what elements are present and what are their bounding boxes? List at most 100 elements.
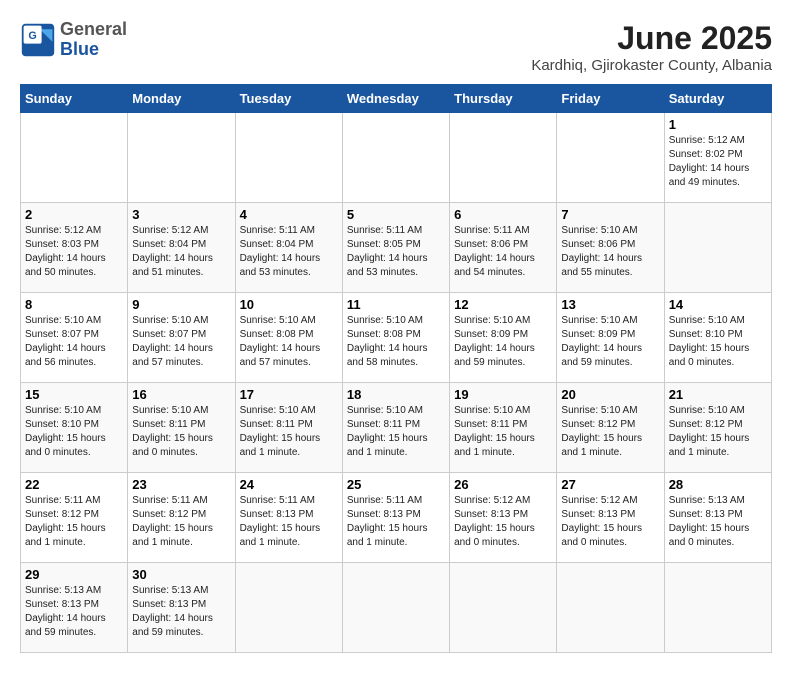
day-info: Sunrise: 5:10 AMSunset: 8:12 PMDaylight:…	[561, 405, 642, 458]
logo-text: General Blue	[60, 20, 127, 60]
logo-icon: G	[20, 22, 56, 58]
empty-cell	[664, 563, 771, 653]
empty-cell	[450, 113, 557, 203]
day-number: 6	[454, 207, 552, 222]
calendar-day-10: 10 Sunrise: 5:10 AMSunset: 8:08 PMDayligh…	[235, 293, 342, 383]
logo-general-text: General	[60, 20, 127, 40]
calendar-day-29: 29Sunrise: 5:13 AMSunset: 8:13 PMDayligh…	[21, 563, 128, 653]
calendar-day-27: 27 Sunrise: 5:12 AMSunset: 8:13 PMDayligh…	[557, 473, 664, 563]
calendar-day-1: 1 Sunrise: 5:12 AMSunset: 8:02 PMDaylight…	[664, 113, 771, 203]
empty-cell	[21, 113, 128, 203]
day-number: 1	[669, 117, 767, 132]
calendar-day-15: 15Sunrise: 5:10 AMSunset: 8:10 PMDayligh…	[21, 383, 128, 473]
logo-blue-text: Blue	[60, 40, 127, 60]
calendar-week-1: 1 Sunrise: 5:12 AMSunset: 8:02 PMDaylight…	[21, 113, 772, 203]
column-header-friday: Friday	[557, 85, 664, 113]
day-info: Sunrise: 5:10 AMSunset: 8:07 PMDaylight:…	[132, 315, 213, 368]
day-number: 7	[561, 207, 659, 222]
day-number: 13	[561, 297, 659, 312]
month-title: June 2025	[531, 20, 772, 57]
calendar-day-18: 18Sunrise: 5:10 AMSunset: 8:11 PMDayligh…	[342, 383, 449, 473]
day-number: 28	[669, 477, 767, 492]
day-number: 17	[240, 387, 338, 402]
column-header-thursday: Thursday	[450, 85, 557, 113]
calendar-day-2: 2 Sunrise: 5:12 AMSunset: 8:03 PMDaylight…	[21, 203, 128, 293]
calendar-header-row: SundayMondayTuesdayWednesdayThursdayFrid…	[21, 85, 772, 113]
day-info: Sunrise: 5:10 AMSunset: 8:10 PMDaylight:…	[669, 315, 750, 368]
calendar-table: SundayMondayTuesdayWednesdayThursdayFrid…	[20, 84, 772, 653]
day-number: 2	[25, 207, 123, 222]
calendar-day-14: 14 Sunrise: 5:10 AMSunset: 8:10 PMDayligh…	[664, 293, 771, 383]
calendar-day-26: 26Sunrise: 5:12 AMSunset: 8:13 PMDayligh…	[450, 473, 557, 563]
day-info: Sunrise: 5:10 AMSunset: 8:09 PMDaylight:…	[561, 315, 642, 368]
day-number: 12	[454, 297, 552, 312]
calendar-week-2: 2 Sunrise: 5:12 AMSunset: 8:03 PMDaylight…	[21, 203, 772, 293]
day-number: 21	[669, 387, 767, 402]
day-info: Sunrise: 5:10 AMSunset: 8:06 PMDaylight:…	[561, 225, 642, 278]
calendar-day-9: 9 Sunrise: 5:10 AMSunset: 8:07 PMDaylight…	[128, 293, 235, 383]
calendar-day-3: 3Sunrise: 5:12 AMSunset: 8:04 PMDaylight…	[128, 203, 235, 293]
day-info: Sunrise: 5:11 AMSunset: 8:12 PMDaylight:…	[25, 495, 106, 548]
empty-cell	[235, 563, 342, 653]
day-number: 9	[132, 297, 230, 312]
day-info: Sunrise: 5:10 AMSunset: 8:09 PMDaylight:…	[454, 315, 535, 368]
calendar-day-25: 25 Sunrise: 5:11 AMSunset: 8:13 PMDayligh…	[342, 473, 449, 563]
column-header-monday: Monday	[128, 85, 235, 113]
calendar-day-16: 16 Sunrise: 5:10 AMSunset: 8:11 PMDayligh…	[128, 383, 235, 473]
day-number: 20	[561, 387, 659, 402]
day-number: 16	[132, 387, 230, 402]
calendar-day-4: 4 Sunrise: 5:11 AMSunset: 8:04 PMDaylight…	[235, 203, 342, 293]
day-number: 18	[347, 387, 445, 402]
day-number: 29	[25, 567, 123, 582]
day-info: Sunrise: 5:11 AMSunset: 8:13 PMDaylight:…	[240, 495, 321, 548]
day-number: 4	[240, 207, 338, 222]
day-info: Sunrise: 5:10 AMSunset: 8:08 PMDaylight:…	[240, 315, 321, 368]
day-number: 22	[25, 477, 123, 492]
day-info: Sunrise: 5:11 AMSunset: 8:13 PMDaylight:…	[347, 495, 428, 548]
calendar-day-19: 19Sunrise: 5:10 AMSunset: 8:11 PMDayligh…	[450, 383, 557, 473]
day-number: 10	[240, 297, 338, 312]
page-header: G General Blue June 2025 Kardhiq, Gjirok…	[20, 20, 772, 74]
empty-cell	[235, 113, 342, 203]
calendar-day-21: 21Sunrise: 5:10 AMSunset: 8:12 PMDayligh…	[664, 383, 771, 473]
logo: G General Blue	[20, 20, 127, 60]
day-info: Sunrise: 5:10 AMSunset: 8:11 PMDaylight:…	[240, 405, 321, 458]
day-number: 8	[25, 297, 123, 312]
day-info: Sunrise: 5:10 AMSunset: 8:08 PMDaylight:…	[347, 315, 428, 368]
day-info: Sunrise: 5:12 AMSunset: 8:13 PMDaylight:…	[561, 495, 642, 548]
day-number: 26	[454, 477, 552, 492]
empty-cell	[342, 563, 449, 653]
day-number: 19	[454, 387, 552, 402]
day-info: Sunrise: 5:11 AMSunset: 8:12 PMDaylight:…	[132, 495, 213, 548]
day-info: Sunrise: 5:10 AMSunset: 8:11 PMDaylight:…	[132, 405, 213, 458]
calendar-day-6: 6Sunrise: 5:11 AMSunset: 8:06 PMDaylight…	[450, 203, 557, 293]
empty-cell	[450, 563, 557, 653]
day-number: 11	[347, 297, 445, 312]
day-info: Sunrise: 5:12 AMSunset: 8:03 PMDaylight:…	[25, 225, 106, 278]
title-block: June 2025 Kardhiq, Gjirokaster County, A…	[531, 20, 772, 74]
calendar-week-4: 15Sunrise: 5:10 AMSunset: 8:10 PMDayligh…	[21, 383, 772, 473]
calendar-day-17: 17 Sunrise: 5:10 AMSunset: 8:11 PMDayligh…	[235, 383, 342, 473]
day-info: Sunrise: 5:12 AMSunset: 8:02 PMDaylight:…	[669, 135, 750, 188]
location-title: Kardhiq, Gjirokaster County, Albania	[531, 57, 772, 74]
calendar-day-8: 8Sunrise: 5:10 AMSunset: 8:07 PMDaylight…	[21, 293, 128, 383]
calendar-day-20: 20 Sunrise: 5:10 AMSunset: 8:12 PMDayligh…	[557, 383, 664, 473]
day-info: Sunrise: 5:11 AMSunset: 8:04 PMDaylight:…	[240, 225, 321, 278]
calendar-day-5: 5 Sunrise: 5:11 AMSunset: 8:05 PMDaylight…	[342, 203, 449, 293]
empty-cell	[557, 563, 664, 653]
day-number: 14	[669, 297, 767, 312]
day-number: 30	[132, 567, 230, 582]
day-number: 3	[132, 207, 230, 222]
calendar-day-24: 24 Sunrise: 5:11 AMSunset: 8:13 PMDayligh…	[235, 473, 342, 563]
calendar-day-11: 11 Sunrise: 5:10 AMSunset: 8:08 PMDayligh…	[342, 293, 449, 383]
day-number: 24	[240, 477, 338, 492]
day-number: 5	[347, 207, 445, 222]
calendar-day-23: 23 Sunrise: 5:11 AMSunset: 8:12 PMDayligh…	[128, 473, 235, 563]
calendar-day-7: 7 Sunrise: 5:10 AMSunset: 8:06 PMDaylight…	[557, 203, 664, 293]
empty-cell	[557, 113, 664, 203]
day-number: 25	[347, 477, 445, 492]
empty-cell	[342, 113, 449, 203]
day-number: 23	[132, 477, 230, 492]
day-info: Sunrise: 5:11 AMSunset: 8:05 PMDaylight:…	[347, 225, 428, 278]
day-number: 27	[561, 477, 659, 492]
